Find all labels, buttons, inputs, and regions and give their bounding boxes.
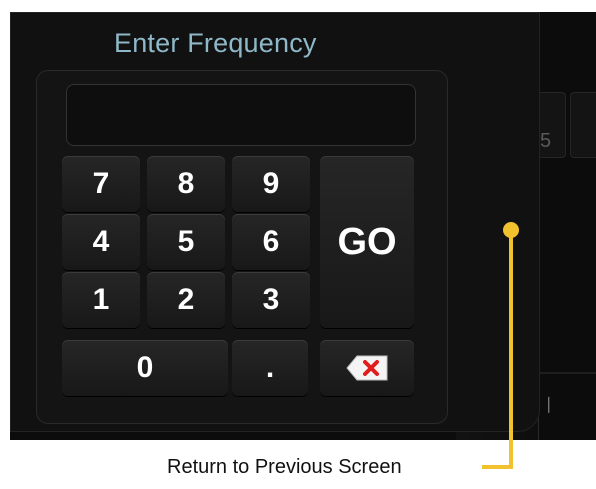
callout-leader-line [482, 222, 519, 469]
callout-label: Return to Previous Screen [167, 456, 402, 478]
